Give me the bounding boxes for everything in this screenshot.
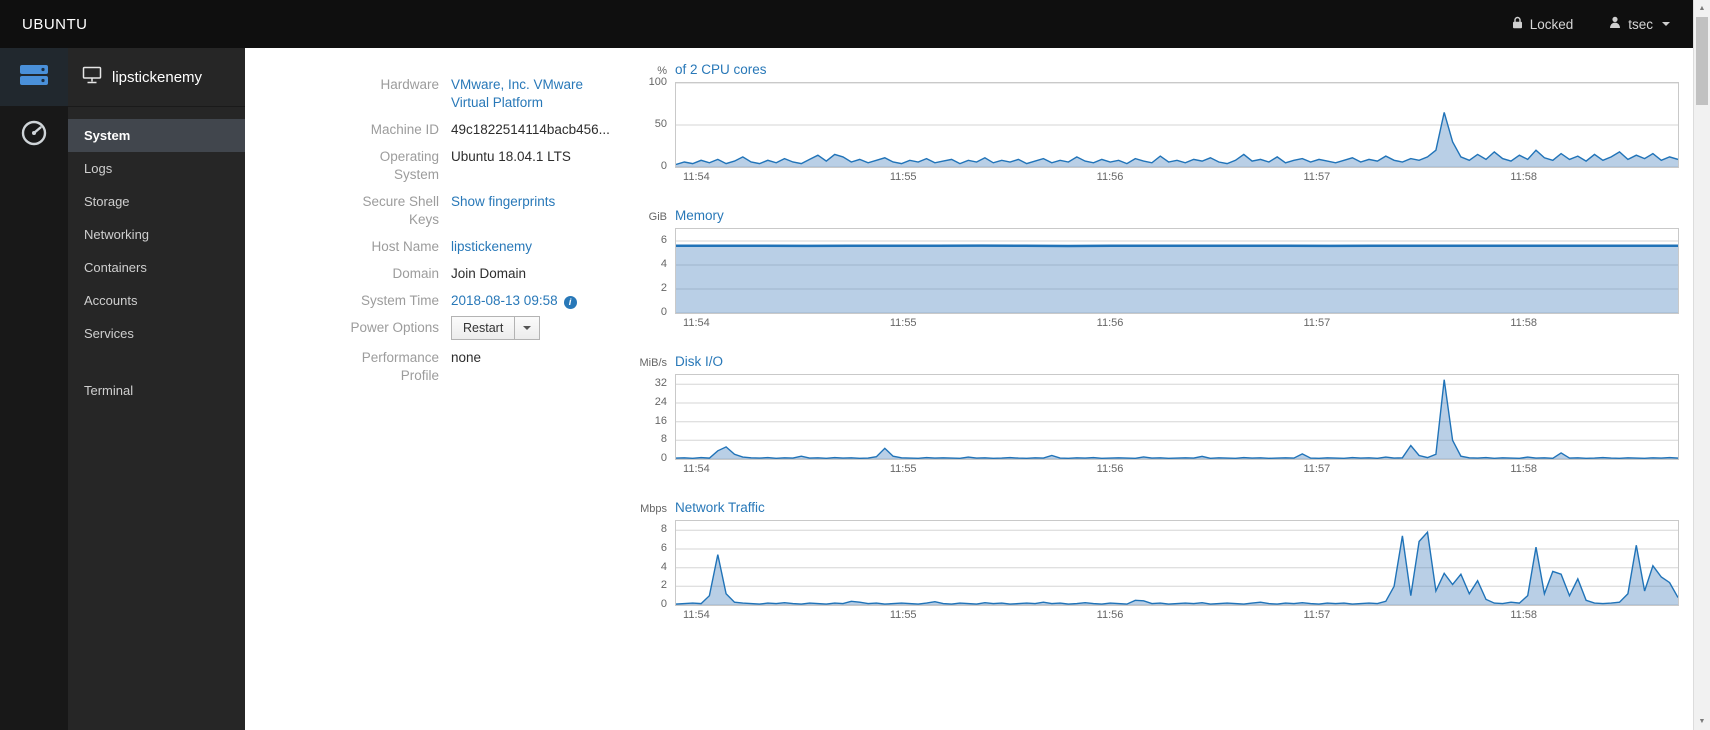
cpu-chart-title-link[interactable]: of 2 CPU cores	[675, 62, 767, 77]
cpu-chart: % of 2 CPU cores 0 50 100 11:54 11:55 11:56 1…	[635, 62, 1679, 187]
scrollbar-thumb[interactable]	[1696, 17, 1708, 105]
field-host-name: Host Name lipstickenemy	[333, 238, 635, 256]
network-y-axis: 02468	[660, 523, 667, 610]
memory-y-axis: 0246	[660, 234, 667, 318]
os-value: Ubuntu 18.04.1 LTS	[451, 149, 571, 164]
show-fingerprints-link[interactable]: Show fingerprints	[451, 194, 555, 209]
sidebar-item-logs[interactable]: Logs	[68, 152, 245, 185]
main-content: Hardware VMware, Inc. VMware Virtual Pla…	[245, 48, 1693, 730]
time-info-icon[interactable]: i	[563, 296, 577, 309]
scroll-up-arrow[interactable]: ▲	[1694, 0, 1710, 17]
host-name: lipstickenemy	[112, 68, 203, 86]
cpu-y-axis: 0 50 100	[648, 76, 667, 172]
chevron-down-icon	[1662, 22, 1670, 26]
field-power-options: Power Options Restart	[333, 316, 635, 340]
disk-io-chart: MiB/s Disk I/O 0 8 16 24 32 11:54 11:55 11:56 1…	[635, 354, 1679, 479]
cpu-x-axis: 11:54 11:55 11:56 11:57 11:58	[683, 171, 1538, 183]
sidebar-item-terminal[interactable]: Terminal	[68, 374, 245, 407]
sidebar-item-accounts[interactable]: Accounts	[68, 284, 245, 317]
join-domain-value[interactable]: Join Domain	[451, 265, 619, 283]
host-header[interactable]: lipstickenemy	[68, 48, 245, 107]
sidebar-nav: System Logs Storage Networking Container…	[68, 107, 245, 407]
disk-io-plot-area	[675, 374, 1679, 460]
memory-chart: GiB Memory 0246 11:54 11:55 11:56 11:57 11:5…	[635, 208, 1679, 333]
sidebar-item-services[interactable]: Services	[68, 317, 245, 350]
user-name: tsec	[1628, 16, 1653, 32]
field-machine-id: Machine ID 49c1822514114bacb456...	[333, 121, 635, 139]
power-options-split-button: Restart	[451, 316, 541, 340]
sidebar: lipstickenemy System Logs Storage Networ…	[68, 48, 245, 730]
memory-unit-label: GiB	[648, 211, 667, 223]
memory-x-axis: 11:54 11:55 11:56 11:57 11:58	[683, 317, 1538, 329]
disk-io-unit-label: MiB/s	[639, 357, 668, 369]
sidebar-item-storage[interactable]: Storage	[68, 185, 245, 218]
locked-indicator[interactable]: Locked	[1512, 16, 1574, 32]
locked-label: Locked	[1529, 16, 1574, 32]
field-domain: Domain Join Domain	[333, 265, 635, 283]
field-system-time: System Time 2018-08-13 09:58 i	[333, 292, 635, 310]
field-label: Secure Shell Keys	[362, 194, 439, 227]
charts-panel: % of 2 CPU cores 0 50 100 11:54 11:55 11:56 1…	[635, 48, 1693, 730]
user-icon	[1609, 16, 1621, 32]
scroll-down-arrow[interactable]: ▼	[1694, 713, 1710, 730]
sidebar-item-system[interactable]: System	[68, 119, 245, 152]
field-label: Operating System	[379, 149, 439, 182]
field-operating-system: Operating System Ubuntu 18.04.1 LTS	[333, 148, 635, 184]
field-label: System Time	[360, 293, 439, 308]
network-chart-title-link[interactable]: Network Traffic	[675, 500, 765, 515]
system-info-panel: Hardware VMware, Inc. VMware Virtual Pla…	[245, 48, 635, 730]
dashboard-tab[interactable]	[0, 106, 68, 164]
field-label: Machine ID	[370, 122, 439, 137]
network-traffic-chart: Mbps Network Traffic 02468 11:54 11:55 11:…	[635, 500, 1679, 625]
machine-id-value: 49c1822514114bacb456...	[451, 122, 610, 137]
sidebar-item-networking[interactable]: Networking	[68, 218, 245, 251]
lock-icon	[1512, 16, 1523, 32]
field-performance-profile: Performance Profile none	[333, 349, 635, 385]
memory-chart-title-link[interactable]: Memory	[675, 208, 724, 223]
sidebar-item-containers[interactable]: Containers	[68, 251, 245, 284]
user-menu[interactable]: tsec	[1609, 16, 1670, 32]
host-icon	[82, 66, 102, 88]
system-time-link[interactable]: 2018-08-13 09:58	[451, 293, 558, 308]
memory-plot-area	[675, 228, 1679, 314]
topbar: UBUNTU Locked tsec	[0, 0, 1710, 48]
power-options-caret-button[interactable]	[515, 316, 541, 340]
disk-io-chart-title-link[interactable]: Disk I/O	[675, 354, 723, 369]
cpu-plot-area	[675, 82, 1679, 168]
server-tab[interactable]	[0, 48, 68, 106]
vertical-scrollbar[interactable]: ▲ ▼	[1693, 0, 1710, 730]
restart-button[interactable]: Restart	[451, 316, 516, 340]
network-x-axis: 11:54 11:55 11:56 11:57 11:58	[683, 609, 1538, 621]
network-unit-label: Mbps	[640, 503, 667, 515]
field-label: Power Options	[350, 320, 439, 335]
host-name-link[interactable]: lipstickenemy	[451, 239, 532, 254]
disk-io-y-axis: 0 8 16 24 32	[654, 377, 667, 464]
field-label: Host Name	[371, 239, 439, 254]
disk-io-x-axis: 11:54 11:55 11:56 11:57 11:58	[683, 463, 1538, 475]
sidebar-divider	[68, 350, 245, 374]
field-label: Hardware	[380, 77, 439, 92]
field-label: Performance Profile	[361, 350, 439, 383]
network-plot-area	[675, 520, 1679, 606]
gauge-icon	[20, 119, 48, 152]
performance-profile-value: none	[451, 350, 482, 365]
server-icon	[19, 62, 49, 93]
field-ssh-keys: Secure Shell Keys Show fingerprints	[333, 193, 635, 229]
caret-down-icon	[523, 326, 532, 330]
field-label: Domain	[392, 266, 439, 281]
app-icon-strip	[0, 48, 68, 730]
field-hardware: Hardware VMware, Inc. VMware Virtual Pla…	[333, 76, 635, 112]
hardware-link[interactable]: VMware, Inc. VMware Virtual Platform	[451, 77, 583, 110]
brand-logo: UBUNTU	[22, 15, 88, 33]
